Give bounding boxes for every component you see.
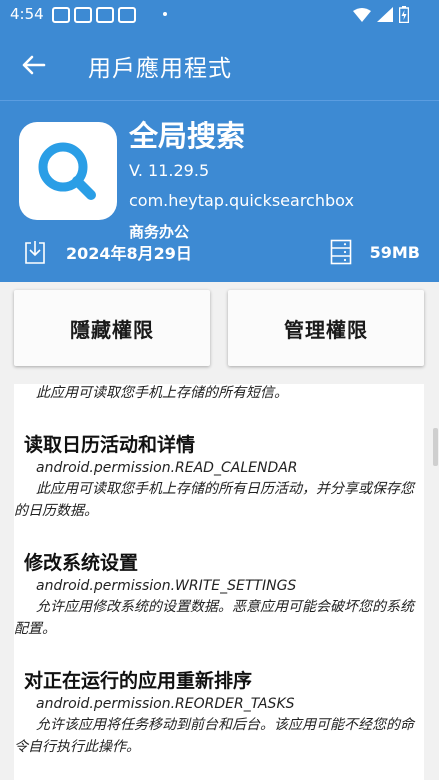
notification-icon	[118, 7, 136, 23]
permission-description: 此应用可读取您手机上存储的所有短信。	[36, 385, 288, 401]
permission-list[interactable]: 此应用可读取您手机上存储的所有短信。 读取日历活动和详情 android.per…	[14, 384, 424, 780]
manage-permissions-button[interactable]: 管理權限	[228, 290, 424, 366]
arrow-left-icon	[22, 55, 46, 75]
permission-item: 读取日历活动和详情 android.permission.READ_CALEND…	[14, 404, 424, 522]
install-date-row: 2024年8月29日	[24, 239, 192, 265]
status-bar: 4:54	[0, 0, 439, 30]
permission-id: android.permission.READ_CALENDAR	[36, 460, 298, 476]
back-button[interactable]	[16, 50, 52, 80]
permission-title: 修改系统设置	[24, 552, 139, 574]
notification-icon	[74, 7, 92, 23]
app-package: com.heytap.quicksearchbox	[129, 191, 354, 210]
more-notifications-dot	[163, 12, 167, 16]
permission-item: 对正在运行的应用重新排序 android.permission.REORDER_…	[14, 640, 424, 758]
storage-icon	[330, 239, 351, 265]
wifi-icon	[353, 7, 371, 22]
permission-list-content: 此应用可读取您手机上存储的所有短信。 读取日历活动和详情 android.per…	[14, 384, 424, 758]
signal-icon	[377, 7, 393, 22]
permission-description: 允许该应用将任务移动到前台和后台。该应用可能不经您的命令自行执行此操作。	[14, 717, 414, 755]
status-time: 4:54	[10, 5, 44, 23]
download-icon	[25, 241, 45, 264]
app-size: 59MB	[369, 242, 420, 262]
permission-item: 修改系统设置 android.permission.WRITE_SETTINGS…	[14, 522, 424, 640]
permission-id: android.permission.REORDER_TASKS	[36, 696, 295, 712]
app-icon	[19, 122, 117, 220]
permission-title: 读取日历活动和详情	[24, 434, 196, 456]
app-name: 全局搜索	[129, 119, 246, 153]
install-date: 2024年8月29日	[66, 244, 192, 263]
magnifier-icon	[38, 142, 96, 200]
permission-item: 此应用可读取您手机上存储的所有短信。	[14, 384, 424, 404]
permission-id: android.permission.WRITE_SETTINGS	[36, 578, 297, 594]
permission-description: 此应用可读取您手机上存储的所有日历活动，并分享或保存您的日历数据。	[14, 481, 414, 519]
permission-description: 允许应用修改系统的设置数据。恶意应用可能会破坏您的系统配置。	[14, 599, 414, 637]
permission-title: 对正在运行的应用重新排序	[24, 670, 253, 692]
app-version: V. 11.29.5	[129, 161, 210, 180]
hidden-permissions-button[interactable]: 隱藏權限	[14, 290, 210, 366]
notification-icons	[52, 7, 136, 23]
notification-icon	[96, 7, 114, 23]
app-size-row: 59MB	[330, 239, 420, 265]
page-title: 用戶應用程式	[88, 56, 232, 82]
notification-icon	[52, 7, 70, 23]
battery-icon	[399, 6, 409, 23]
system-icons	[353, 6, 409, 23]
scrollbar[interactable]	[433, 428, 438, 466]
app-bar: 用戶應用程式	[0, 30, 439, 100]
app-header: 全局搜索 V. 11.29.5 com.heytap.quicksearchbo…	[0, 100, 439, 282]
